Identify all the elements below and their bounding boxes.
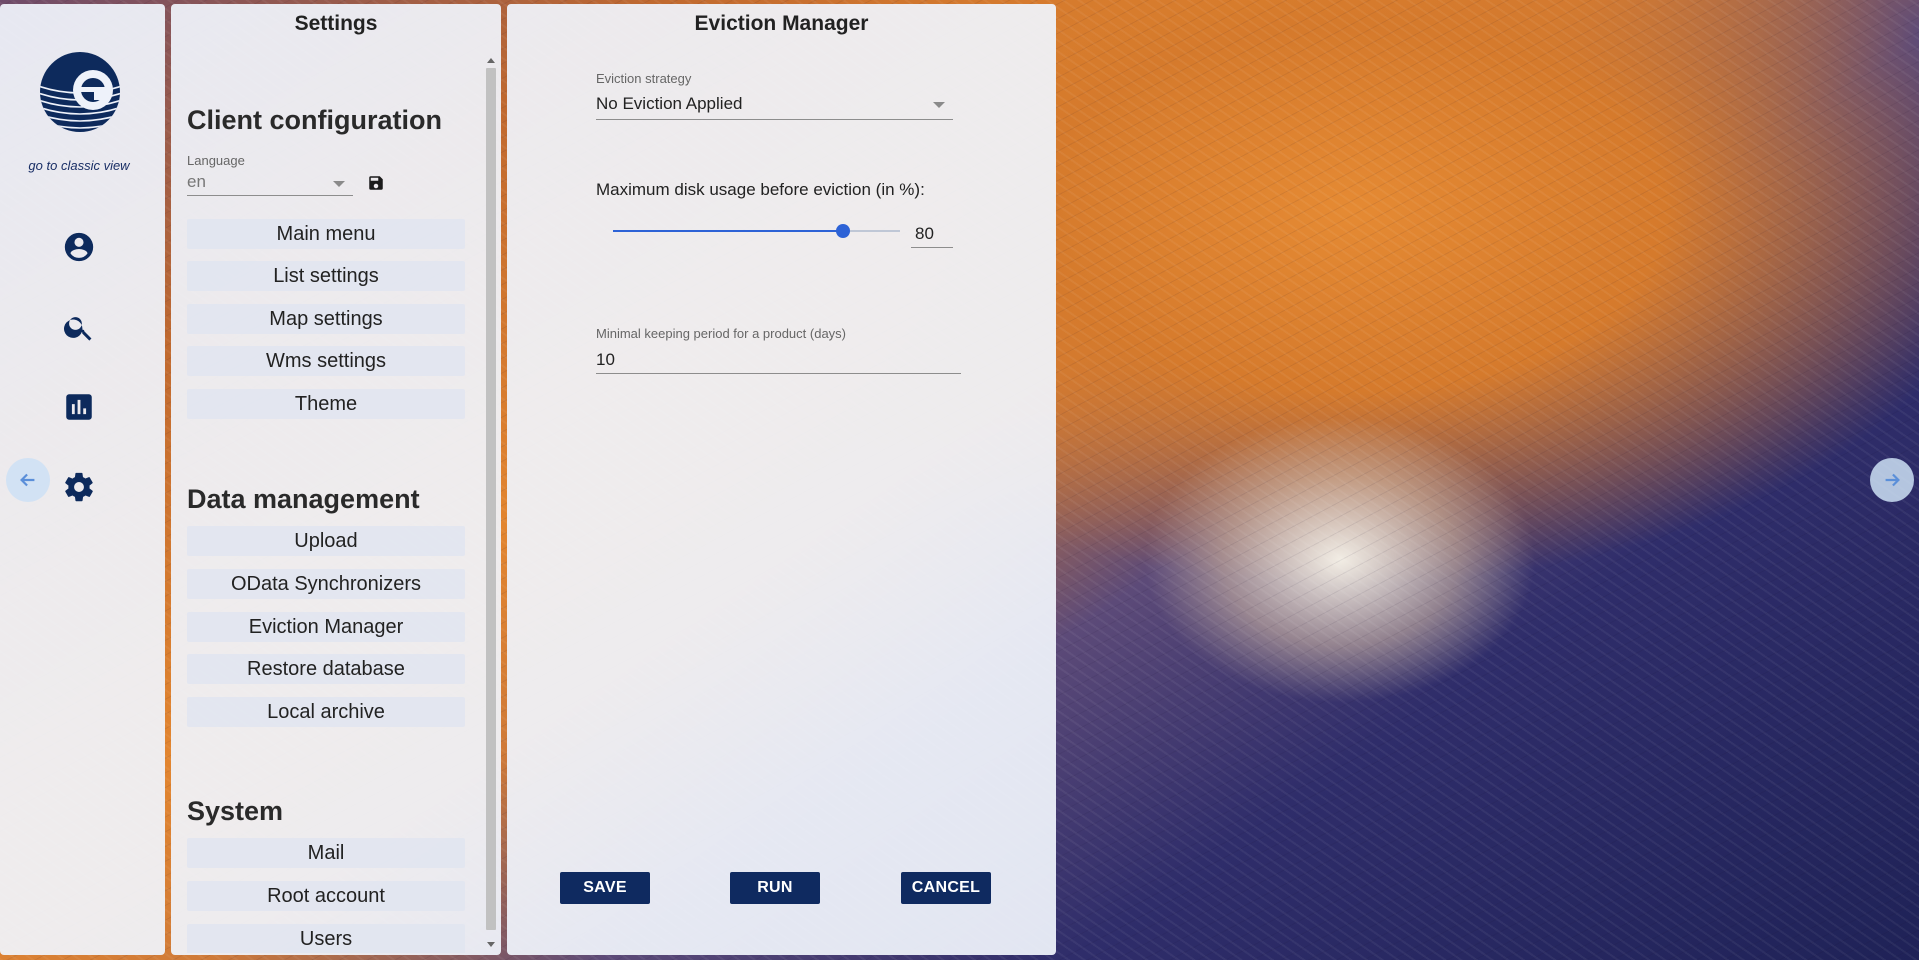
settings-item-upload[interactable]: Upload: [187, 526, 465, 556]
disk-usage-slider[interactable]: [613, 224, 900, 238]
esa-logo: [40, 52, 120, 132]
chevron-down-icon: [333, 181, 345, 187]
slider-thumb[interactable]: [835, 224, 850, 238]
data-management-title: Data management: [187, 484, 420, 514]
client-configuration-title: Client configuration: [187, 105, 442, 135]
language-select[interactable]: en: [187, 170, 353, 196]
settings-item-restore-database[interactable]: Restore database: [187, 654, 465, 684]
slider-fill: [613, 230, 843, 232]
chevron-down-icon: [933, 102, 945, 108]
settings-item-root-account[interactable]: Root account: [187, 881, 465, 911]
run-button[interactable]: RUN: [730, 872, 820, 904]
language-label: Language: [187, 153, 245, 168]
arrow-left-icon: [20, 473, 35, 487]
disk-usage-label: Maximum disk usage before eviction (in %…: [596, 180, 925, 199]
save-button[interactable]: SAVE: [560, 872, 650, 904]
keeping-period-input[interactable]: 10: [596, 346, 961, 374]
language-value: en: [187, 172, 206, 191]
scroll-up-arrow-icon[interactable]: [487, 58, 495, 63]
settings-item-local-archive[interactable]: Local archive: [187, 697, 465, 727]
collapse-left-button[interactable]: [6, 458, 50, 502]
eviction-strategy-select[interactable]: No Eviction Applied: [596, 90, 953, 120]
eviction-strategy-value: No Eviction Applied: [596, 94, 743, 113]
settings-item-theme[interactable]: Theme: [187, 389, 465, 419]
settings-item-wms-settings[interactable]: Wms settings: [187, 346, 465, 376]
save-language-button[interactable]: [367, 174, 385, 192]
eviction-strategy-label: Eviction strategy: [596, 71, 692, 86]
eviction-manager-title: Eviction Manager: [694, 12, 869, 35]
settings-scrollbar[interactable]: [481, 48, 501, 955]
scrollbar-thumb[interactable]: [486, 68, 496, 930]
floppy-disk-icon: [369, 176, 383, 190]
expand-right-button[interactable]: [1870, 458, 1914, 502]
settings-title: Settings: [294, 12, 378, 35]
account-circle-icon[interactable]: [62, 230, 96, 264]
gear-icon[interactable]: [62, 470, 96, 504]
settings-item-main-menu[interactable]: Main menu: [187, 219, 465, 249]
settings-item-map-settings[interactable]: Map settings: [187, 304, 465, 334]
settings-panel: Settings Client configuration Language e…: [171, 4, 501, 955]
settings-item-list-settings[interactable]: List settings: [187, 261, 465, 291]
settings-item-eviction-manager[interactable]: Eviction Manager: [187, 612, 465, 642]
cancel-button[interactable]: CANCEL: [901, 872, 991, 904]
keeping-period-label: Minimal keeping period for a product (da…: [596, 326, 847, 341]
disk-usage-input[interactable]: 80: [911, 220, 953, 248]
search-icon[interactable]: [62, 310, 96, 344]
classic-view-link[interactable]: go to classic view: [0, 158, 158, 173]
settings-item-odata-synchronizers[interactable]: OData Synchronizers: [187, 569, 465, 599]
settings-item-users[interactable]: Users: [187, 924, 465, 953]
settings-item-mail[interactable]: Mail: [187, 838, 465, 868]
arrow-right-icon: [1885, 473, 1900, 487]
scroll-down-arrow-icon[interactable]: [487, 942, 495, 947]
settings-list[interactable]: Client configuration Language en Main me…: [171, 48, 476, 953]
eviction-manager-panel: Eviction Manager Eviction strategy No Ev…: [507, 4, 1056, 955]
bar-chart-icon[interactable]: [62, 390, 96, 424]
system-title: System: [187, 796, 284, 826]
